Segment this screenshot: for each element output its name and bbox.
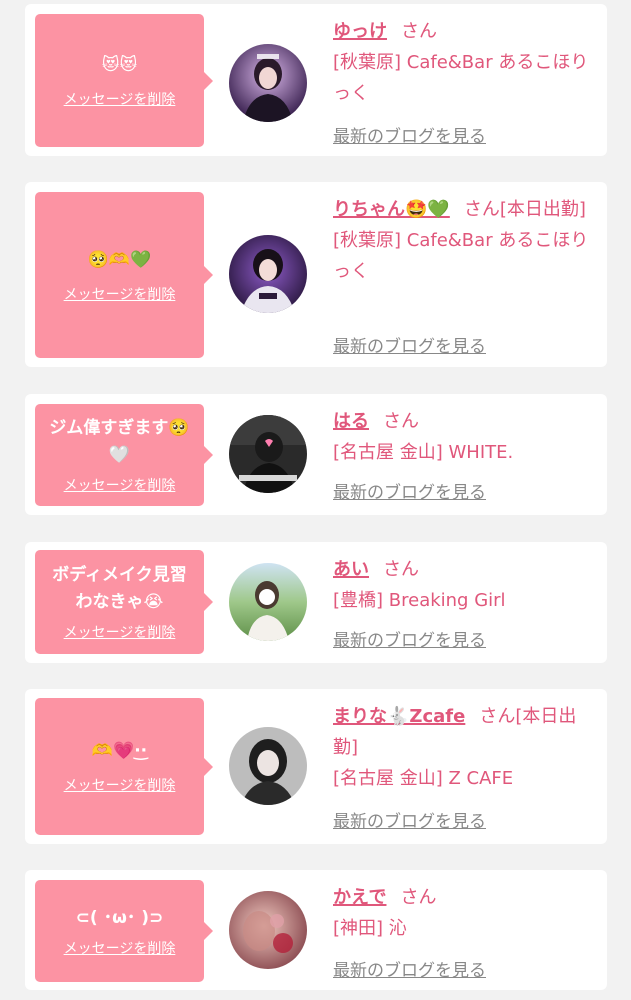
avatar-photo-icon: [229, 235, 307, 313]
shop-name: [秋葉原] Cafe&Bar あるこほりっく: [333, 230, 589, 282]
latest-blog-link[interactable]: 最新のブログを見る: [333, 807, 486, 832]
shop-name: [名古屋 金山] WHITE.: [333, 442, 514, 463]
message-bubble: 🫶💗·͜· メッセージを削除: [35, 698, 213, 835]
sender-info: かえで さん [神田] 沁: [333, 882, 595, 944]
message-card: ⊂( ･ω･ )⊃ メッセージを削除 かえで さん [神田] 沁 最新のブログを見…: [25, 870, 607, 990]
avatar[interactable]: [229, 563, 307, 641]
avatar[interactable]: [229, 891, 307, 969]
sender-info: あい さん [豊橋] Breaking Girl: [333, 554, 595, 616]
delete-message-link[interactable]: メッセージを削除: [64, 622, 176, 642]
avatar-photo-icon: [229, 891, 307, 969]
message-text: 😻😻: [101, 55, 138, 75]
shop-name: [神田] 沁: [333, 918, 407, 939]
work-status: [本日出勤]: [499, 199, 586, 220]
sender-info: はる さん [名古屋 金山] WHITE.: [333, 406, 595, 468]
message-card: ジム偉すぎます🥺 🤍 メッセージを削除 はる さん [名古屋 金山] WHITE.…: [25, 394, 607, 515]
avatar[interactable]: [229, 235, 307, 313]
sender-info: りちゃん🤩💚 さん[本日出勤] [秋葉原] Cafe&Bar あるこほりっく: [333, 194, 595, 287]
message-bubble: ボディメイク見習 わなきゃ😭 メッセージを削除: [35, 550, 213, 654]
message-card: 😻😻 メッセージを削除 ゆっけ さん [秋葉原] Cafe&Bar あるこほりっく…: [25, 4, 607, 156]
message-text: 🫶💗·͜·: [91, 741, 148, 761]
shop-name: [秋葉原] Cafe&Bar あるこほりっく: [333, 52, 589, 104]
sender-name-link[interactable]: ゆっけ: [333, 21, 387, 42]
shop-name: [名古屋 金山] Z CAFE: [333, 768, 514, 789]
shop-name: [豊橋] Breaking Girl: [333, 590, 506, 611]
sender-info: まりな🐇Zcafe さん[本日出勤] [名古屋 金山] Z CAFE: [333, 701, 595, 794]
latest-blog-link[interactable]: 最新のブログを見る: [333, 122, 486, 147]
message-card: ボディメイク見習 わなきゃ😭 メッセージを削除 あい さん [豊橋] Breaki…: [25, 542, 607, 663]
sender-info: ゆっけ さん [秋葉原] Cafe&Bar あるこほりっく: [333, 16, 595, 109]
message-text: ジム偉すぎます🥺 🤍: [49, 418, 190, 465]
sender-name-link[interactable]: はる: [333, 411, 369, 432]
message-text: ⊂( ･ω･ )⊃: [75, 907, 164, 928]
delete-message-link[interactable]: メッセージを削除: [64, 775, 176, 795]
delete-message-link[interactable]: メッセージを削除: [64, 284, 176, 304]
honorific: さん: [383, 411, 419, 432]
avatar-photo-icon: [229, 563, 307, 641]
sender-name-link[interactable]: あい: [333, 559, 369, 580]
avatar-photo-icon: [229, 44, 307, 122]
avatar[interactable]: [229, 727, 307, 805]
honorific: さん: [400, 887, 437, 908]
message-text: ボディメイク見習 わなきゃ😭: [52, 565, 187, 612]
delete-message-link[interactable]: メッセージを削除: [64, 475, 176, 495]
avatar[interactable]: [229, 415, 307, 493]
sender-name-link[interactable]: りちゃん🤩💚: [333, 199, 450, 220]
honorific: さん: [401, 21, 437, 42]
delete-message-link[interactable]: メッセージを削除: [64, 89, 176, 109]
message-card: 🫶💗·͜· メッセージを削除 まりな🐇Zcafe さん[本日出勤] [名古屋 金山…: [25, 689, 607, 844]
sender-name-link[interactable]: まりな🐇Zcafe: [333, 706, 465, 727]
honorific: さん: [463, 199, 500, 220]
avatar[interactable]: [229, 44, 307, 122]
latest-blog-link[interactable]: 最新のブログを見る: [333, 332, 486, 357]
latest-blog-link[interactable]: 最新のブログを見る: [333, 956, 486, 981]
message-card: 🥺🫶💚 メッセージを削除 りちゃん🤩💚 さん[本日出勤] [秋葉原] Cafe&B…: [25, 182, 607, 367]
sender-name-link[interactable]: かえで: [333, 887, 386, 908]
message-text: 🥺🫶💚: [87, 249, 152, 270]
latest-blog-link[interactable]: 最新のブログを見る: [333, 478, 486, 503]
avatar-photo-icon: [229, 415, 307, 493]
honorific: さん: [479, 706, 516, 727]
message-bubble: ジム偉すぎます🥺 🤍 メッセージを削除: [35, 404, 213, 506]
message-bubble: 😻😻 メッセージを削除: [35, 14, 213, 147]
delete-message-link[interactable]: メッセージを削除: [64, 938, 176, 958]
avatar-photo-icon: [229, 727, 307, 805]
honorific: さん: [383, 559, 419, 580]
latest-blog-link[interactable]: 最新のブログを見る: [333, 626, 486, 651]
message-bubble: ⊂( ･ω･ )⊃ メッセージを削除: [35, 880, 213, 982]
message-bubble: 🥺🫶💚 メッセージを削除: [35, 192, 213, 358]
